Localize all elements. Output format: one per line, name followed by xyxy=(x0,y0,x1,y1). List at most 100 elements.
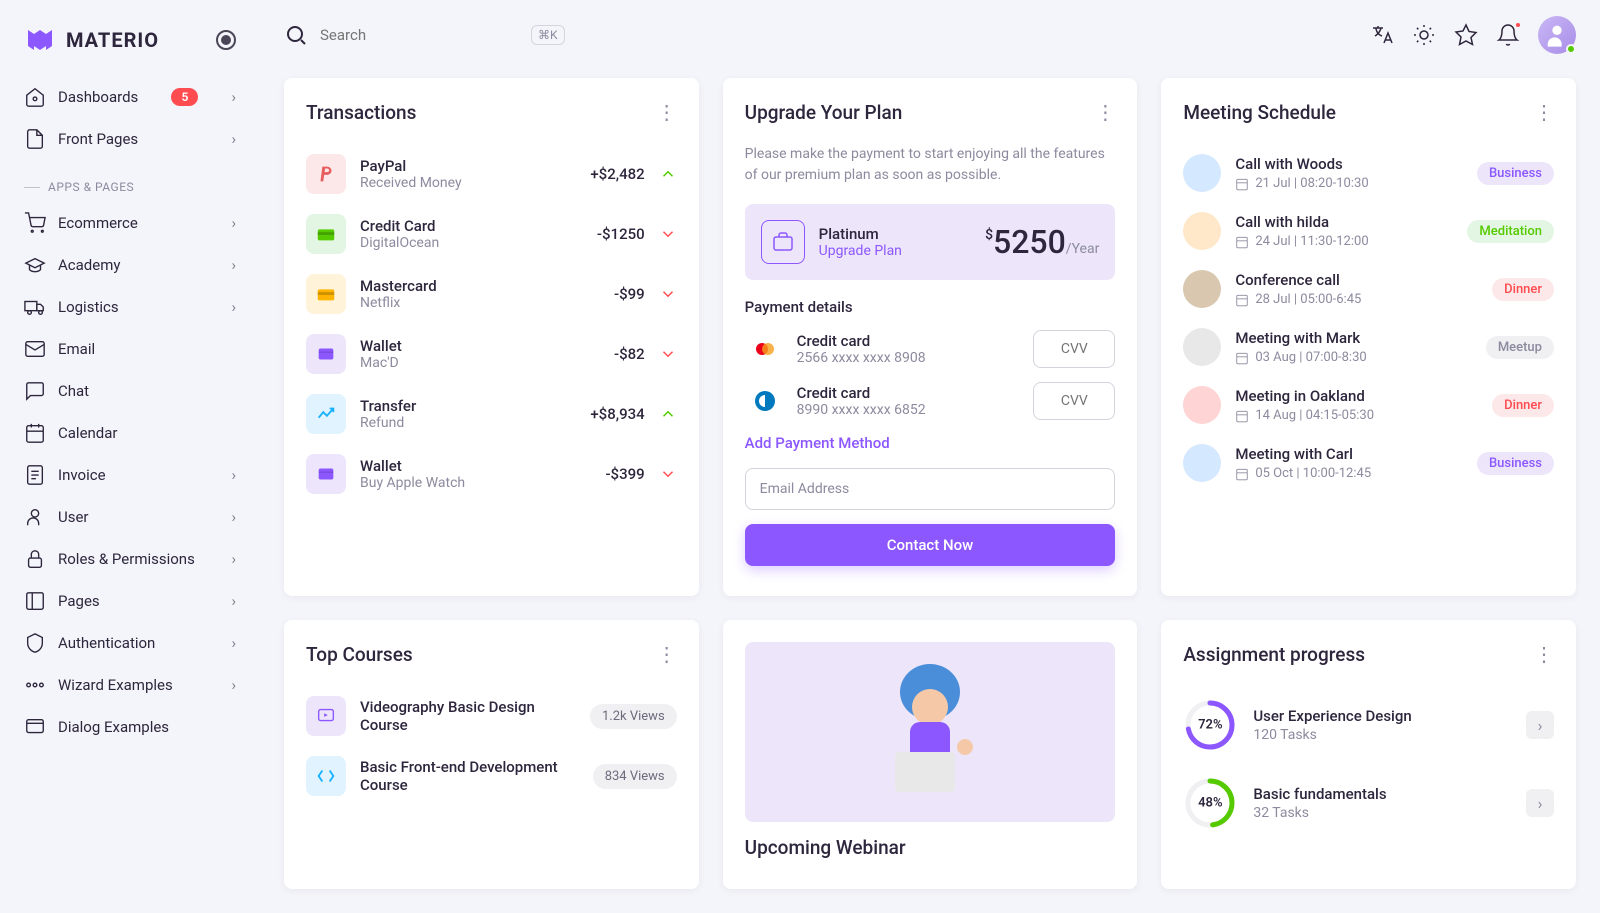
add-payment-link[interactable]: Add Payment Method xyxy=(745,434,1116,452)
calendar-icon xyxy=(1235,409,1249,423)
down-arrow-icon xyxy=(659,285,677,303)
cart-icon xyxy=(24,212,46,234)
plan-name: Platinum xyxy=(819,225,902,243)
card-menu-icon[interactable]: ⋮ xyxy=(1534,642,1554,666)
logo[interactable]: MATERIO xyxy=(12,16,248,64)
down-arrow-icon xyxy=(659,345,677,363)
shield-icon xyxy=(24,632,46,654)
meeting-row: Call with Woods 21 Jul | 08:20-10:30 Bus… xyxy=(1183,144,1554,202)
notification-icon[interactable] xyxy=(1496,23,1520,47)
sidebar-item-wizard[interactable]: Wizard Examples › xyxy=(12,664,248,706)
sidebar-item-logistics[interactable]: Logistics › xyxy=(12,286,248,328)
plan-upgrade-link[interactable]: Upgrade Plan xyxy=(819,243,902,259)
assignment-row: 72% User Experience Design120 Tasks › xyxy=(1183,686,1554,764)
meeting-name: Meeting with Mark xyxy=(1235,329,1471,347)
transactions-card: Transactions ⋮ PayPalReceived Money +$2,… xyxy=(284,78,699,596)
sidebar-item-email[interactable]: Email xyxy=(12,328,248,370)
nav-label: Email xyxy=(58,340,95,358)
chevron-right-icon: › xyxy=(231,508,236,526)
nav-section-apps: APPS & PAGES xyxy=(12,160,248,202)
transaction-icon xyxy=(306,154,346,194)
chevron-right-icon: › xyxy=(231,88,236,106)
notification-dot xyxy=(1514,21,1522,29)
card-number: 2566 xxxx xxxx 8908 xyxy=(797,350,1022,366)
assignment-tasks: 120 Tasks xyxy=(1253,727,1510,743)
chevron-right-icon[interactable]: › xyxy=(1526,711,1554,739)
card-menu-icon[interactable]: ⋮ xyxy=(1534,100,1554,124)
chevron-right-icon[interactable]: › xyxy=(1526,789,1554,817)
nav-label: Chat xyxy=(58,382,89,400)
chevron-right-icon: › xyxy=(231,592,236,610)
transaction-row: PayPalReceived Money +$2,482 xyxy=(306,144,677,204)
sidebar-item-chat[interactable]: Chat xyxy=(12,370,248,412)
online-dot xyxy=(1566,44,1576,54)
logo-icon xyxy=(24,24,56,56)
transaction-amount: -$82 xyxy=(614,345,645,363)
meeting-avatar xyxy=(1183,328,1221,366)
calendar-icon xyxy=(1235,177,1249,191)
nav-label: Academy xyxy=(58,256,120,274)
sidebar-item-pages[interactable]: Pages › xyxy=(12,580,248,622)
meeting-avatar xyxy=(1183,270,1221,308)
transaction-name: Credit Card xyxy=(360,217,583,235)
chevron-right-icon: › xyxy=(231,214,236,232)
meeting-row: Meeting with Carl 05 Oct | 10:00-12:45 B… xyxy=(1183,434,1554,492)
search-icon xyxy=(284,23,308,47)
briefcase-icon xyxy=(761,220,805,264)
calendar-icon xyxy=(24,422,46,444)
sidebar-item-user[interactable]: User › xyxy=(12,496,248,538)
sidebar-item-roles[interactable]: Roles & Permissions › xyxy=(12,538,248,580)
payment-card-row: Credit card8990 xxxx xxxx 6852 xyxy=(745,382,1116,420)
search-input[interactable] xyxy=(320,26,519,44)
mail-icon xyxy=(24,338,46,360)
meeting-row: Meeting with Mark 03 Aug | 07:00-8:30 Me… xyxy=(1183,318,1554,376)
course-views: 834 Views xyxy=(593,764,677,789)
nav-label: Front Pages xyxy=(58,130,138,148)
sidebar-item-dialog[interactable]: Dialog Examples xyxy=(12,706,248,748)
chevron-right-icon: › xyxy=(231,130,236,148)
course-icon xyxy=(306,696,346,736)
brand-name: MATERIO xyxy=(66,28,159,52)
sidebar-item-ecommerce[interactable]: Ecommerce › xyxy=(12,202,248,244)
sidebar-toggle[interactable] xyxy=(216,30,236,50)
sidebar-item-frontpages[interactable]: Front Pages › xyxy=(12,118,248,160)
nav-label: Ecommerce xyxy=(58,214,138,232)
sidebar-item-calendar[interactable]: Calendar xyxy=(12,412,248,454)
sidebar-item-auth[interactable]: Authentication › xyxy=(12,622,248,664)
sidebar-item-invoice[interactable]: Invoice › xyxy=(12,454,248,496)
transaction-icon xyxy=(306,274,346,314)
down-arrow-icon xyxy=(659,225,677,243)
meeting-date: 14 Aug | 04:15-05:30 xyxy=(1235,408,1478,423)
sidebar-item-academy[interactable]: Academy › xyxy=(12,244,248,286)
nav-label: Logistics xyxy=(58,298,119,316)
sidebar-item-dashboards[interactable]: Dashboards 5 › xyxy=(12,76,248,118)
theme-icon[interactable] xyxy=(1412,23,1436,47)
contact-button[interactable]: Contact Now xyxy=(745,524,1116,566)
nav-label: Dashboards xyxy=(58,88,138,106)
card-menu-icon[interactable]: ⋮ xyxy=(657,642,677,666)
chevron-right-icon: › xyxy=(231,466,236,484)
transaction-sub: Netflix xyxy=(360,295,600,311)
cvv-input[interactable] xyxy=(1033,330,1115,368)
file-icon xyxy=(24,128,46,150)
payment-title: Payment details xyxy=(745,298,1116,316)
search-wrap[interactable]: ⌘K xyxy=(284,23,565,47)
meeting-badge: Dinner xyxy=(1492,394,1554,417)
cvv-input[interactable] xyxy=(1033,382,1115,420)
assignment-name: Basic fundamentals xyxy=(1253,785,1510,803)
lock-icon xyxy=(24,548,46,570)
card-menu-icon[interactable]: ⋮ xyxy=(1095,100,1115,124)
email-input[interactable] xyxy=(745,468,1116,510)
language-icon[interactable] xyxy=(1370,23,1394,47)
user-avatar[interactable] xyxy=(1538,16,1576,54)
meeting-name: Meeting with Carl xyxy=(1235,445,1463,463)
progress-ring: 72% xyxy=(1183,698,1237,752)
meeting-row: Conference call 28 Jul | 05:00-6:45 Dinn… xyxy=(1183,260,1554,318)
transaction-sub: Buy Apple Watch xyxy=(360,475,591,491)
star-icon[interactable] xyxy=(1454,23,1478,47)
up-arrow-icon xyxy=(659,165,677,183)
courses-card: Top Courses ⋮ Videography Basic Design C… xyxy=(284,620,699,889)
card-menu-icon[interactable]: ⋮ xyxy=(657,100,677,124)
meeting-badge: Business xyxy=(1477,162,1554,185)
transaction-row: MastercardNetflix -$99 xyxy=(306,264,677,324)
